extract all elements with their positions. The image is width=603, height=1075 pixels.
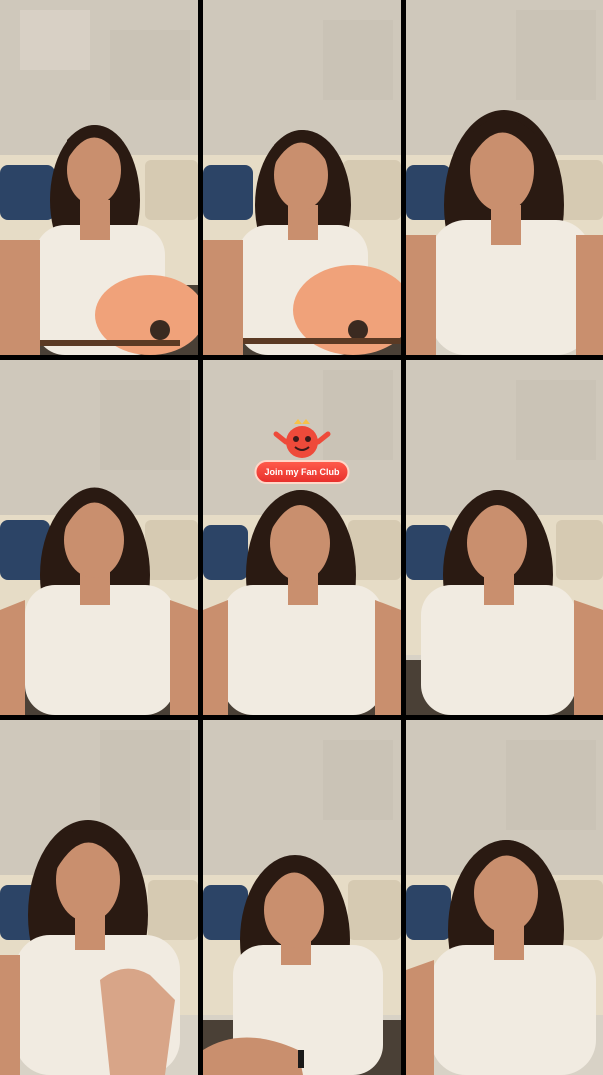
frame-image xyxy=(203,0,401,355)
video-frame-3 xyxy=(406,0,603,355)
fan-club-mascot-icon xyxy=(273,419,331,458)
frame-image xyxy=(406,360,603,715)
video-frame-9 xyxy=(406,720,603,1075)
frame-image xyxy=(0,720,198,1075)
frame-image xyxy=(406,0,603,355)
video-grid: Join my Fan Club xyxy=(0,0,603,1075)
video-frame-1 xyxy=(0,0,198,355)
video-frame-4 xyxy=(0,360,198,715)
video-frame-5: Join my Fan Club xyxy=(203,360,401,715)
video-frame-2 xyxy=(203,0,401,355)
frame-image xyxy=(0,360,198,715)
frame-image xyxy=(203,720,401,1075)
frame-image xyxy=(203,360,401,715)
frame-image xyxy=(406,720,603,1075)
frame-image xyxy=(0,0,198,355)
fan-club-label: Join my Fan Club xyxy=(254,460,350,484)
video-frame-6 xyxy=(406,360,603,715)
fan-club-sticker[interactable]: Join my Fan Club xyxy=(252,418,352,488)
video-frame-7 xyxy=(0,720,198,1075)
video-frame-8 xyxy=(203,720,401,1075)
